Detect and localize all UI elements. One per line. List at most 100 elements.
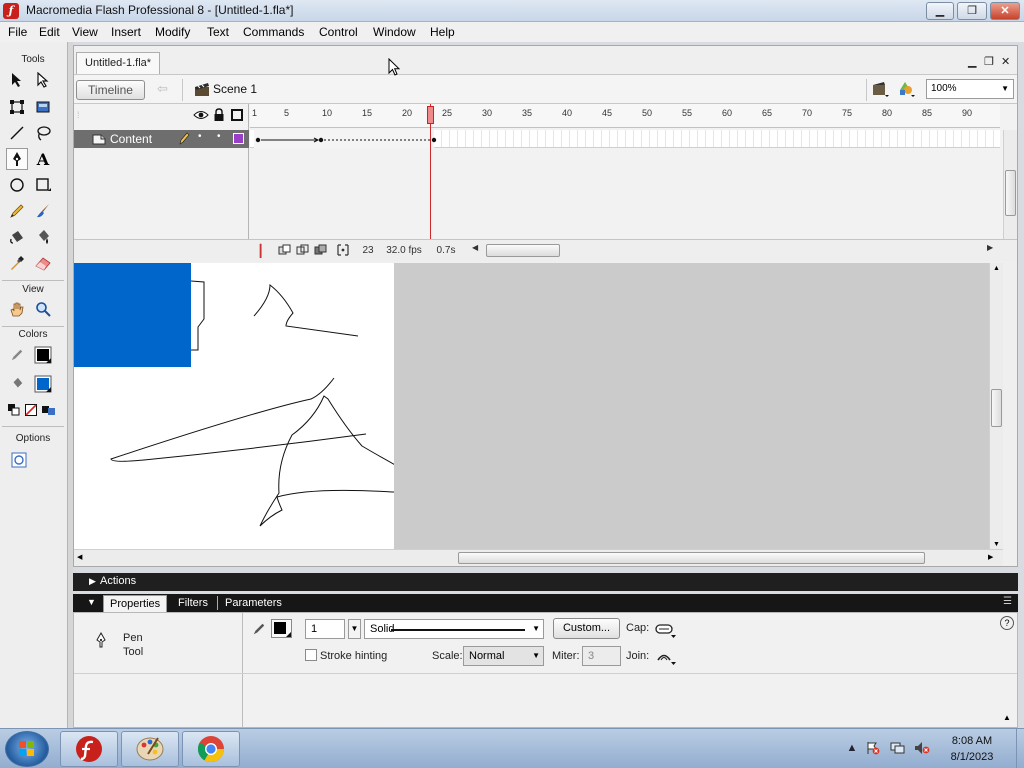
doc-minimize-button[interactable]: ▁ bbox=[968, 55, 976, 68]
eyedropper-tool-icon[interactable] bbox=[6, 252, 28, 274]
edit-symbols-icon[interactable] bbox=[898, 81, 916, 100]
show-hide-all-eye-icon[interactable] bbox=[193, 109, 209, 124]
doc-close-button[interactable]: ✕ bbox=[1001, 55, 1010, 68]
document-tab[interactable]: Untitled-1.fla* bbox=[76, 52, 161, 74]
custom-stroke-button[interactable]: Custom... bbox=[553, 618, 620, 639]
stroke-color-button[interactable] bbox=[271, 619, 293, 642]
show-desktop-button[interactable] bbox=[1016, 729, 1024, 768]
pencil-tool-icon[interactable] bbox=[6, 200, 28, 222]
taskbar-paint-button[interactable] bbox=[121, 731, 179, 767]
stage-scroll-down-icon[interactable]: ▼ bbox=[993, 541, 1000, 548]
back-arrow-icon[interactable]: ⇦ bbox=[157, 81, 168, 97]
snap-to-objects-icon[interactable] bbox=[8, 449, 30, 471]
oval-tool-icon[interactable] bbox=[6, 174, 28, 196]
volume-muted-icon[interactable] bbox=[914, 741, 930, 755]
stage-scroll-left-icon[interactable]: ◀ bbox=[77, 553, 82, 561]
onion-skin-icon[interactable] bbox=[278, 243, 292, 260]
menu-edit[interactable]: Edit bbox=[39, 25, 60, 39]
stroke-style-dropdown-icon[interactable]: ▼ bbox=[532, 624, 540, 633]
ink-bottle-tool-icon[interactable] bbox=[6, 226, 28, 248]
line-tool-icon[interactable] bbox=[6, 122, 28, 144]
collapse-panel-icon[interactable]: ▲ bbox=[1003, 713, 1011, 722]
taskbar-flash-button[interactable] bbox=[60, 731, 118, 767]
show-hidden-icons-icon[interactable]: ▲ bbox=[845, 741, 859, 755]
timeline-vertical-scrollbar[interactable] bbox=[1003, 130, 1017, 239]
timeline-scroll-left-icon[interactable]: ◀ bbox=[472, 243, 478, 252]
menu-window[interactable]: Window bbox=[373, 25, 416, 39]
system-clock[interactable]: 8:08 AM 8/1/2023 bbox=[934, 733, 1010, 765]
menu-file[interactable]: File bbox=[8, 25, 27, 39]
paint-bucket-tool-icon[interactable] bbox=[32, 226, 54, 248]
timeline-toggle-button[interactable]: Timeline bbox=[76, 80, 145, 100]
free-transform-tool-icon[interactable] bbox=[6, 96, 28, 118]
scale-select[interactable]: Normal ▼ bbox=[463, 646, 544, 666]
center-frame-icon[interactable]: ┃ bbox=[257, 244, 264, 258]
join-style-button[interactable] bbox=[655, 648, 677, 669]
rectangle-tool-icon[interactable] bbox=[32, 174, 54, 196]
menu-modify[interactable]: Modify bbox=[155, 25, 190, 39]
black-white-icon[interactable] bbox=[6, 399, 22, 421]
stage-pasteboard[interactable]: ▲ ▼ bbox=[74, 263, 1003, 550]
actions-panel-header[interactable]: ▶ Actions bbox=[73, 573, 1018, 591]
layer-outline-color[interactable] bbox=[233, 133, 244, 144]
selection-tool-icon[interactable] bbox=[6, 69, 28, 91]
eraser-tool-icon[interactable] bbox=[32, 252, 54, 274]
timeline-scroll-right-icon[interactable]: ▶ bbox=[987, 243, 993, 252]
edit-scene-icon[interactable] bbox=[872, 81, 890, 100]
layer-visible-dot[interactable]: • bbox=[198, 131, 202, 142]
timeline-scroll-thumb[interactable] bbox=[1005, 170, 1016, 216]
menu-control[interactable]: Control bbox=[319, 25, 358, 39]
stroke-color-swatch[interactable] bbox=[32, 344, 54, 366]
swap-colors-icon[interactable] bbox=[40, 399, 58, 421]
menu-commands[interactable]: Commands bbox=[243, 25, 304, 39]
lasso-tool-icon[interactable] bbox=[32, 122, 54, 144]
maximize-button[interactable]: ❐ bbox=[957, 2, 987, 20]
minimize-button[interactable]: ▁ bbox=[926, 2, 954, 20]
timeline-hscroll-thumb[interactable] bbox=[486, 244, 560, 257]
stage-vertical-scrollbar[interactable]: ▲ ▼ bbox=[989, 263, 1003, 550]
actions-title[interactable]: Actions bbox=[100, 575, 136, 587]
miter-input[interactable]: 3 bbox=[582, 646, 621, 666]
brush-tool-icon[interactable] bbox=[32, 200, 54, 222]
stroke-height-dropdown-icon[interactable]: ▼ bbox=[348, 619, 361, 639]
tab-filters[interactable]: Filters bbox=[172, 595, 214, 612]
action-center-flag-icon[interactable] bbox=[866, 741, 880, 755]
playhead[interactable] bbox=[427, 106, 434, 124]
menu-insert[interactable]: Insert bbox=[111, 25, 141, 39]
network-icon[interactable] bbox=[890, 741, 905, 755]
hand-tool-icon[interactable] bbox=[6, 298, 28, 320]
fill-color-swatch[interactable] bbox=[32, 373, 54, 395]
menu-text[interactable]: Text bbox=[207, 25, 229, 39]
doc-restore-button[interactable]: ❐ bbox=[984, 55, 994, 68]
lock-all-icon[interactable] bbox=[213, 108, 225, 125]
stage-hscroll-thumb[interactable] bbox=[458, 552, 925, 564]
collapse-arrow-icon[interactable]: ▼ bbox=[87, 597, 96, 607]
cap-style-button[interactable] bbox=[655, 622, 677, 641]
onion-skin-outlines-icon[interactable] bbox=[296, 243, 310, 260]
expand-arrow-icon[interactable]: ▶ bbox=[89, 576, 96, 587]
stage-vscroll-thumb[interactable] bbox=[991, 389, 1002, 427]
stroke-hinting-label[interactable]: Stroke hinting bbox=[320, 650, 387, 662]
zoom-dropdown-icon[interactable]: ▼ bbox=[1001, 84, 1009, 93]
tab-parameters[interactable]: Parameters bbox=[219, 595, 288, 612]
flash-app-icon[interactable]: ƒ bbox=[3, 3, 19, 19]
timeline-gripper[interactable]: ⁞ bbox=[77, 110, 80, 120]
layer-row[interactable]: Content • • bbox=[74, 130, 249, 148]
stage-scroll-up-icon[interactable]: ▲ bbox=[993, 265, 1000, 272]
close-button[interactable]: ✕ bbox=[990, 2, 1020, 20]
help-icon[interactable]: ? bbox=[1000, 616, 1014, 630]
text-tool-icon[interactable]: A bbox=[32, 148, 54, 170]
layer-lock-dot[interactable]: • bbox=[217, 131, 221, 142]
scale-dropdown-icon[interactable]: ▼ bbox=[532, 651, 540, 660]
stroke-style-select[interactable]: Solid ▼ bbox=[364, 619, 544, 639]
zoom-tool-icon[interactable] bbox=[32, 298, 54, 320]
outline-all-icon[interactable] bbox=[231, 109, 243, 121]
menu-view[interactable]: View bbox=[72, 25, 98, 39]
modify-onion-markers-icon[interactable] bbox=[336, 243, 350, 260]
layer-frames[interactable] bbox=[250, 130, 1000, 148]
taskbar-chrome-button[interactable] bbox=[182, 731, 240, 767]
start-button[interactable] bbox=[5, 731, 49, 767]
no-color-icon[interactable] bbox=[22, 399, 40, 421]
pen-tool-icon[interactable] bbox=[6, 148, 28, 170]
tween-span[interactable] bbox=[254, 130, 437, 148]
